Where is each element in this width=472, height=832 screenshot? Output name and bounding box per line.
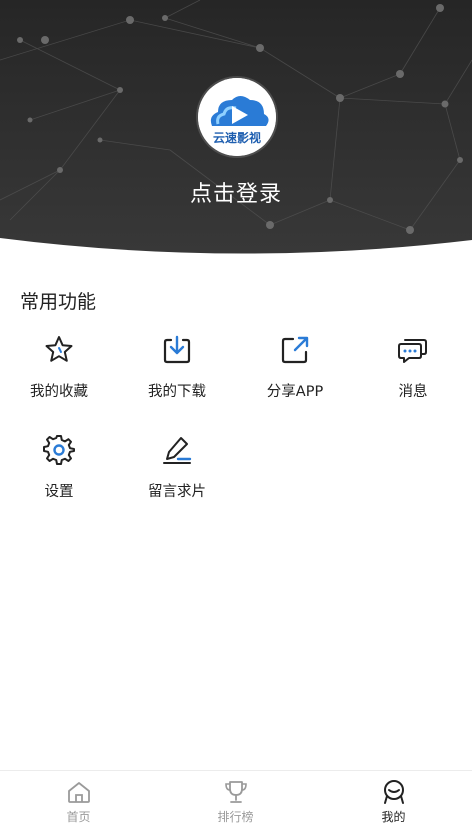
- gear-icon: [43, 435, 75, 465]
- request-movie-label: 留言求片: [148, 484, 206, 500]
- nav-ranking[interactable]: 排行榜: [157, 771, 314, 832]
- profile-icon: [383, 780, 404, 804]
- request-movie-button[interactable]: 留言求片: [118, 434, 236, 514]
- avatar[interactable]: 云速影视: [198, 78, 276, 156]
- bottom-navigation: 首页 排行榜 我的: [0, 770, 472, 832]
- favorites-button[interactable]: 我的收藏: [0, 334, 118, 414]
- share-icon: [281, 336, 309, 364]
- message-icon: [398, 339, 427, 363]
- trophy-icon: [224, 781, 247, 803]
- settings-label: 设置: [44, 484, 74, 500]
- home-icon: [67, 782, 90, 803]
- login-link[interactable]: 点击登录: [0, 176, 472, 208]
- downloads-label: 我的下载: [148, 384, 206, 400]
- settings-button[interactable]: 设置: [0, 434, 118, 514]
- avatar-logo-text: 云速影视: [213, 130, 261, 145]
- nav-mine-label: 我的: [381, 810, 406, 824]
- nav-home[interactable]: 首页: [0, 771, 157, 832]
- favorites-label: 我的收藏: [30, 384, 88, 400]
- app-logo-icon: 云速影视: [198, 78, 276, 156]
- messages-label: 消息: [398, 384, 428, 400]
- share-app-button[interactable]: 分享APP: [236, 334, 354, 414]
- downloads-button[interactable]: 我的下载: [118, 334, 236, 414]
- download-icon: [163, 335, 191, 364]
- section-title: 常用功能: [20, 291, 97, 313]
- profile-header: 云速影视 点击登录: [0, 0, 472, 262]
- nav-ranking-label: 排行榜: [217, 810, 254, 824]
- messages-button[interactable]: 消息: [354, 334, 472, 414]
- star-icon: [45, 336, 73, 362]
- edit-icon: [163, 437, 192, 464]
- nav-mine[interactable]: 我的: [315, 771, 472, 832]
- share-app-label: 分享APP: [266, 384, 324, 400]
- nav-home-label: 首页: [66, 810, 91, 824]
